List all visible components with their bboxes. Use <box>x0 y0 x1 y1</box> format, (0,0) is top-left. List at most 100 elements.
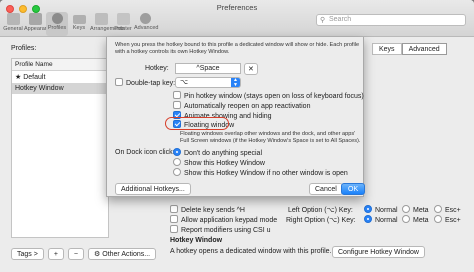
right-option-normal[interactable]: Normal <box>364 215 398 224</box>
double-tap-value: ⌥ <box>180 79 189 86</box>
hotkey-window-heading: Hotkey Window <box>170 237 223 244</box>
search-icon: ⚲ <box>320 17 326 24</box>
dock-option-label: Show this Hotkey Window <box>184 159 265 167</box>
keyboard-icon <box>72 15 86 24</box>
ok-button[interactable]: OK <box>341 183 366 195</box>
intro-line-1: When you press the hotkey bound to this … <box>115 42 360 48</box>
remove-profile-button[interactable]: − <box>67 248 85 260</box>
report-modifiers-checkbox[interactable] <box>170 225 178 233</box>
right-option-meta[interactable]: Meta <box>402 215 429 224</box>
gear-icon <box>139 13 151 24</box>
window-title: Preferences <box>216 3 258 12</box>
search-field[interactable]: ⚲ Search <box>316 14 466 26</box>
add-profile-button[interactable]: + <box>47 248 64 260</box>
profile-name-header[interactable]: Profile Name <box>12 59 108 71</box>
dock-option-show-if-none[interactable]: Show this Hotkey Window if no other wind… <box>173 168 348 177</box>
profile-row-hotkey-window[interactable]: Hotkey Window <box>12 83 108 94</box>
keypad-option[interactable]: Allow application keypad mode <box>170 215 278 224</box>
additional-hotkeys-button[interactable]: Additional Hotkeys... <box>115 183 191 195</box>
general-switch-icon <box>6 13 20 25</box>
toolbar-advanced[interactable]: Advanced <box>134 12 159 36</box>
left-option-meta[interactable]: Meta <box>402 205 429 214</box>
clear-hotkey-button[interactable]: ✕ <box>244 63 258 75</box>
tab-keys[interactable]: Keys <box>372 43 402 55</box>
chevron-updown-icon: ▲ ▼ <box>231 78 240 87</box>
left-option-normal[interactable]: Normal <box>364 205 398 214</box>
other-actions-button[interactable]: ⚙ Other Actions... <box>88 248 157 260</box>
double-tap-option[interactable]: Double-tap key: <box>115 78 176 87</box>
delete-key-checkbox[interactable] <box>170 205 178 213</box>
toolbar-arrangements[interactable]: Arrangements <box>90 12 125 36</box>
dock-option-show[interactable]: Show this Hotkey Window <box>173 158 265 167</box>
right-option-esc[interactable]: Esc+ <box>434 215 461 224</box>
reopen-checkbox[interactable] <box>173 101 181 109</box>
right-option-esc-radio[interactable] <box>434 215 442 223</box>
left-option-label: Left Option (⌥) Key: <box>288 207 353 214</box>
floating-note-2: Full Screen windows (if the Hotkey Windo… <box>180 138 361 144</box>
hotkey-field[interactable]: ^Space <box>175 63 241 74</box>
dock-show-if-none-radio[interactable] <box>173 168 181 176</box>
profile-tabs: Keys Advanced <box>372 43 447 55</box>
pin-checkbox[interactable] <box>173 91 181 99</box>
hotkey-window-description: A hotkey opens a dedicated window with t… <box>170 248 332 255</box>
gear-icon: ⚙ <box>94 251 103 258</box>
dock-option-nothing[interactable]: Don't do anything special <box>173 148 262 157</box>
title-bar: Preferences General Appearance Profiles … <box>0 0 474 37</box>
toolbar-label: General <box>3 26 23 32</box>
keypad-label: Allow application keypad mode <box>181 216 278 224</box>
option-label: Automatically reopen on app reactivation <box>184 102 311 110</box>
dock-show-radio[interactable] <box>173 158 181 166</box>
toolbar-profiles[interactable]: Profiles <box>46 12 68 36</box>
report-modifiers-option[interactable]: Report modifiers using CSI u <box>170 225 271 234</box>
reopen-option[interactable]: Automatically reopen on app reactivation <box>173 101 311 110</box>
toolbar-label: Pointer <box>114 26 132 32</box>
right-option-meta-radio[interactable] <box>402 215 410 223</box>
radio-label: Esc+ <box>445 216 461 224</box>
appearance-icon <box>28 13 42 25</box>
tags-button[interactable]: Tags > <box>11 248 44 260</box>
dock-click-label: On Dock icon click: <box>115 149 175 156</box>
dock-nothing-radio[interactable] <box>173 148 181 156</box>
arrangements-icon <box>94 13 108 25</box>
toolbar-keys[interactable]: Keys <box>68 12 90 36</box>
profile-actions: Tags > + − ⚙ Other Actions... <box>11 248 157 260</box>
right-option-normal-radio[interactable] <box>364 215 372 223</box>
radio-label: Normal <box>375 216 398 224</box>
double-tap-label: Double-tap key: <box>126 79 176 87</box>
dock-option-label: Don't do anything special <box>184 149 262 157</box>
report-modifiers-label: Report modifiers using CSI u <box>181 226 271 234</box>
toolbar-pointer[interactable]: Pointer <box>112 12 134 36</box>
pin-option[interactable]: Pin hotkey window (stays open on loss of… <box>173 91 364 100</box>
double-tap-key-select[interactable]: ⌥ ▲ ▼ <box>175 77 241 88</box>
profile-list[interactable]: Profile Name ★ Default Hotkey Window <box>11 58 109 238</box>
keypad-checkbox[interactable] <box>170 215 178 223</box>
floating-note-1: Floating windows overlap other windows a… <box>180 131 356 137</box>
double-tap-checkbox[interactable] <box>115 78 123 86</box>
toolbar-label: Keys <box>72 25 86 31</box>
left-option-esc[interactable]: Esc+ <box>434 205 461 214</box>
search-placeholder: Search <box>329 16 352 23</box>
dock-option-label: Show this Hotkey Window if no other wind… <box>184 169 348 177</box>
cancel-button[interactable]: Cancel <box>309 183 343 195</box>
delete-key-label: Delete key sends ^H <box>181 206 245 214</box>
delete-key-option[interactable]: Delete key sends ^H <box>170 205 245 214</box>
left-option-esc-radio[interactable] <box>434 205 442 213</box>
profile-row-default[interactable]: ★ Default <box>12 71 108 83</box>
preferences-window: Preferences General Appearance Profiles … <box>0 0 474 272</box>
profiles-icon <box>51 13 63 24</box>
toolbar-appearance[interactable]: Appearance <box>24 12 54 36</box>
option-label: Pin hotkey window (stays open on loss of… <box>184 92 364 100</box>
toolbar-general[interactable]: General <box>2 12 24 36</box>
left-option-meta-radio[interactable] <box>402 205 410 213</box>
left-option-normal-radio[interactable] <box>364 205 372 213</box>
radio-label: Normal <box>375 206 398 214</box>
configure-hotkey-window-button[interactable]: Configure Hotkey Window <box>332 246 425 258</box>
intro-line-2: with a hotkey controls its own Hotkey Wi… <box>115 49 230 55</box>
radio-label: Meta <box>413 206 429 214</box>
annotation-circle <box>165 117 229 130</box>
tab-advanced[interactable]: Advanced <box>401 43 447 55</box>
preferences-toolbar: General Appearance Profiles Keys Arrange… <box>2 12 159 36</box>
toolbar-label: Advanced <box>134 25 159 31</box>
profiles-panel: Profiles: Profile Name ★ Default Hotkey … <box>11 45 109 238</box>
pointer-icon <box>116 13 130 25</box>
